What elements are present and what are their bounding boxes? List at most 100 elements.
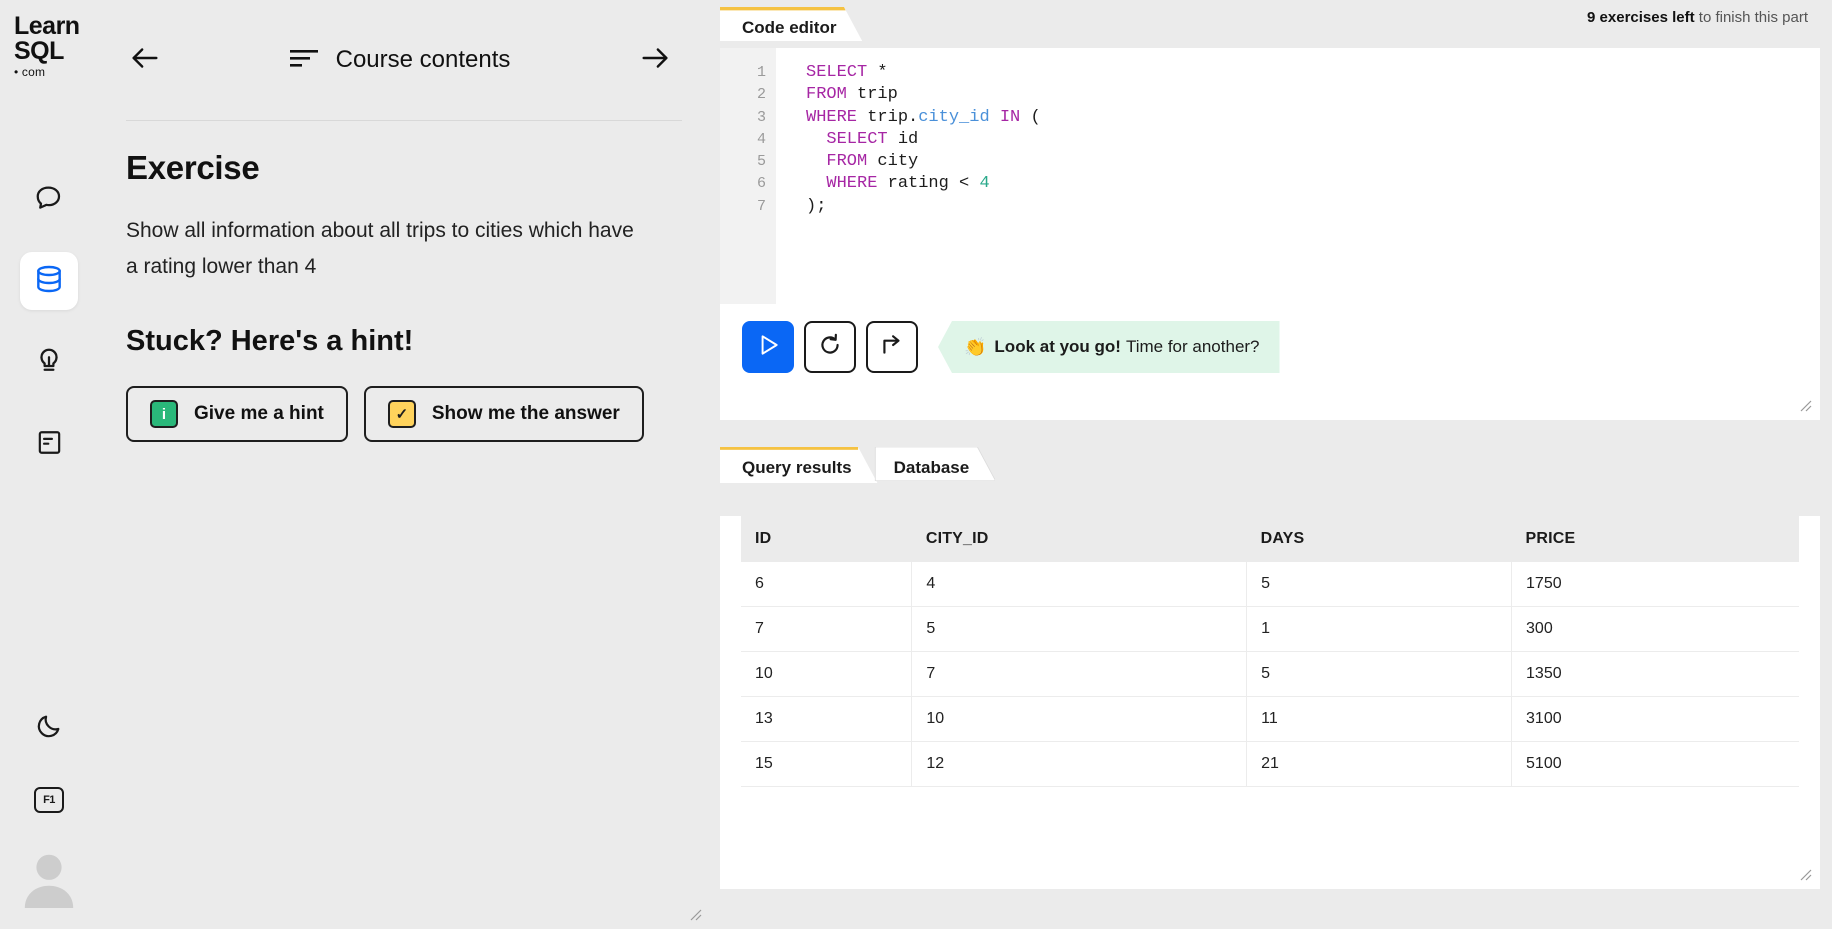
code-line: WHERE trip.city_id IN ( (806, 107, 1820, 129)
hint-buttons-row: i Give me a hint ✓ Show me the answer (126, 386, 682, 442)
hint-heading: Stuck? Here's a hint! (126, 325, 414, 357)
code-token: IN (999, 107, 1021, 127)
editor-toolbar: 👏 Look at you go! Time for another? (720, 304, 1820, 390)
code-token: id (887, 129, 919, 149)
sidebar-item-hints[interactable] (20, 334, 78, 392)
table-row: 6 4 5 1750 (741, 562, 1799, 607)
exercise-heading: Exercise (126, 149, 260, 186)
table-cell: 10 (741, 651, 913, 697)
code-token: rating < (877, 174, 980, 194)
code-line: SELECT id (806, 129, 1820, 151)
course-header: Course contents (98, 0, 710, 120)
table-row: 15 12 21 5100 (741, 741, 1799, 787)
code-token: ( (1020, 107, 1041, 127)
table-cell: 1750 (1511, 562, 1799, 607)
sidebar-nav (20, 170, 78, 474)
database-icon (33, 263, 65, 300)
tab-database[interactable]: Database (872, 447, 996, 488)
show-answer-button[interactable]: ✓ Show me the answer (363, 386, 644, 442)
show-answer-label: Show me the answer (431, 403, 620, 424)
tab-code-editor-label: Code editor (742, 17, 837, 37)
clapping-hands-icon: 👏 (964, 336, 987, 357)
table-cell: 5100 (1511, 741, 1799, 787)
success-message: 👏 Look at you go! Time for another? (938, 321, 1280, 373)
code-token: * (867, 63, 888, 82)
info-icon: i (150, 400, 178, 428)
table-row: 13 10 11 3100 (741, 696, 1799, 742)
course-contents-label: Course contents (335, 46, 511, 73)
exercise-body: Exercise Show all information about all … (98, 121, 710, 442)
line-number: 7 (756, 197, 766, 215)
sidebar-bottom: F1 (0, 699, 98, 929)
lightbulb-icon (34, 346, 64, 381)
shortcuts-button[interactable]: F1 (20, 771, 78, 829)
code-line: ); (806, 196, 1820, 218)
left-sidebar: Learn SQL • com F1 (0, 0, 98, 929)
exercise-description: Show all information about all trips to … (126, 219, 634, 278)
code-token: FROM (806, 152, 868, 172)
code-area: 1 2 3 4 5 6 7 SELECT * FROM trip WHERE tri… (720, 48, 1820, 304)
tab-code-editor[interactable]: Code editor (720, 7, 863, 48)
next-exercise-arrow-button[interactable] (630, 35, 680, 85)
table-cell: 13 (741, 696, 913, 742)
code-token: ); (806, 196, 827, 216)
sql-code-text[interactable]: SELECT * FROM trip WHERE trip.city_id IN (… (776, 48, 1820, 304)
table-cell: 4 (911, 562, 1248, 607)
app-root: Learn SQL • com F1 Course contents Exerc… (0, 0, 1832, 929)
account-button[interactable] (16, 847, 82, 913)
editor-resize-handle[interactable] (1798, 398, 1812, 412)
line-number: 6 (756, 175, 766, 193)
checkbox-check-icon: ✓ (387, 400, 416, 428)
results-resize-handle[interactable] (1798, 867, 1812, 881)
table-cell: 1350 (1511, 651, 1799, 697)
query-results-panel: ID CITY_ID DAYS PRICE 6 4 5 1750 7 5 1 300 10 7 5 1… (720, 516, 1820, 889)
code-token: FROM (806, 85, 847, 105)
line-number-gutter: 1 2 3 4 5 6 7 (720, 48, 776, 304)
success-message-rest: Time for another? (1125, 337, 1260, 356)
line-number: 2 (756, 86, 766, 104)
code-line: SELECT * (806, 62, 1820, 84)
table-header-row: ID CITY_ID DAYS PRICE (741, 516, 1799, 562)
right-column: 9 exercises left to finish this part Cod… (710, 0, 1832, 929)
sidebar-item-discussion[interactable] (20, 170, 78, 228)
table-cell: 6 (741, 562, 913, 607)
column-header: ID (741, 516, 912, 562)
code-token: SELECT (806, 129, 888, 149)
editor-tabrow: Code editor (710, 0, 1832, 48)
give-hint-button[interactable]: i Give me a hint (126, 386, 348, 442)
reset-code-button[interactable] (804, 321, 856, 373)
results-section: Query results Database ID CITY_ID DAYS P… (720, 440, 1820, 889)
previous-exercise-button[interactable] (120, 35, 170, 85)
course-contents-button[interactable]: Course contents (170, 46, 630, 74)
table-cell: 300 (1511, 606, 1799, 652)
code-token: city (867, 152, 919, 172)
moon-icon (35, 712, 63, 745)
code-token: WHERE (806, 174, 878, 194)
table-cell: 12 (911, 741, 1248, 787)
tab-query-results[interactable]: Query results (720, 447, 878, 488)
column-header: CITY_ID (911, 516, 1247, 562)
code-line: FROM city (806, 151, 1820, 173)
success-message-bold: Look at you go! (994, 337, 1121, 356)
chat-bubble-icon (34, 182, 64, 217)
dark-mode-toggle[interactable] (20, 699, 78, 757)
sidebar-item-database[interactable] (20, 252, 78, 310)
next-exercise-button[interactable] (866, 321, 918, 373)
run-query-button[interactable] (742, 321, 794, 373)
tab-query-results-label: Query results (742, 457, 852, 477)
list-lines-icon (289, 47, 320, 74)
line-number: 1 (756, 64, 766, 81)
table-cell: 15 (741, 741, 913, 787)
sidebar-item-notes[interactable] (20, 416, 78, 474)
table-row: 7 5 1 300 (741, 606, 1799, 652)
arrow-right-icon (638, 41, 672, 80)
code-line: WHERE rating < 4 (806, 173, 1820, 195)
exercise-panel-resize-handle[interactable] (688, 907, 702, 921)
give-hint-label: Give me a hint (194, 403, 324, 424)
tab-database-label: Database (893, 457, 970, 477)
exercise-panel: Course contents Exercise Show all inform… (98, 0, 710, 929)
results-table: ID CITY_ID DAYS PRICE 6 4 5 1750 7 5 1 300 10 7 5 1… (741, 516, 1799, 787)
line-number: 4 (756, 130, 766, 148)
brand-logo[interactable]: Learn SQL • com (0, 14, 98, 80)
